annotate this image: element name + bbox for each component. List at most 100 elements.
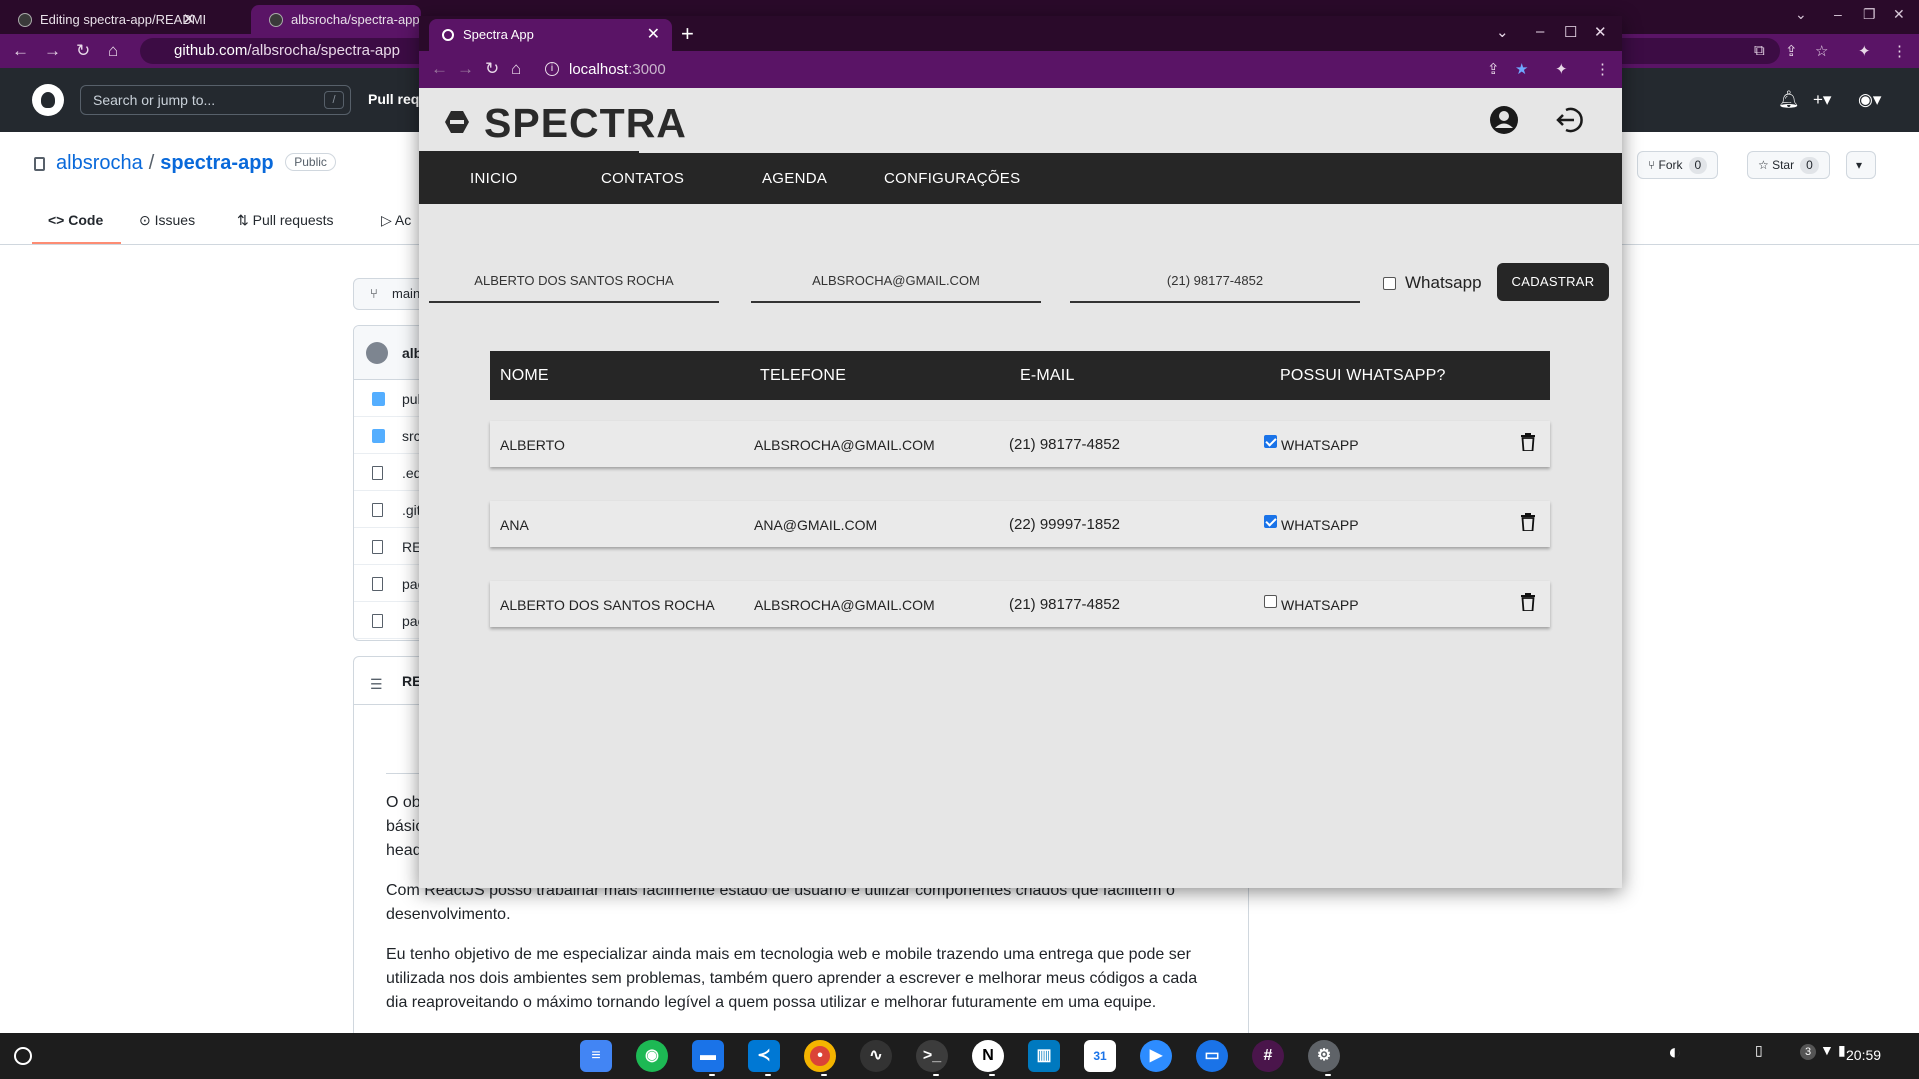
wifi-icon[interactable]: ▼ <box>1820 1042 1834 1058</box>
terminal-icon[interactable]: >_ <box>916 1040 948 1072</box>
code-icon: <> <box>48 212 69 228</box>
phone-hub-icon[interactable]: ▯ <box>1755 1042 1763 1059</box>
trash-icon[interactable] <box>1521 513 1535 531</box>
spotify-icon[interactable]: ◉ <box>636 1040 668 1072</box>
notifications-icon[interactable]: 🔔︎ <box>1778 90 1800 110</box>
star-button[interactable]: ☆ Star 0 <box>1747 151 1830 179</box>
trash-icon[interactable] <box>1521 593 1535 611</box>
bookmark-star-icon[interactable]: ☆ <box>1815 42 1828 60</box>
zoom-icon[interactable]: ▶ <box>1140 1040 1172 1072</box>
trash-icon[interactable] <box>1521 433 1535 451</box>
notion-icon[interactable]: N <box>972 1040 1004 1072</box>
home-icon[interactable]: ⌂ <box>108 41 118 61</box>
background-tab-repo[interactable]: albsrocha/spectra-app: P <box>251 5 421 34</box>
new-tab-icon[interactable]: + <box>681 21 694 47</box>
close-tab-icon[interactable]: ✕ <box>647 19 660 51</box>
user-avatar-icon[interactable]: ◉▾ <box>1858 90 1881 110</box>
github-logo-icon[interactable] <box>32 84 64 116</box>
home-icon[interactable]: ⌂ <box>511 59 521 79</box>
restore-icon[interactable]: ❐ <box>1863 6 1876 23</box>
messages-icon[interactable]: ▭ <box>1196 1040 1228 1072</box>
list-icon[interactable]: ☰ <box>370 676 383 693</box>
tab-spectra-app[interactable]: Spectra App ✕ <box>429 19 672 51</box>
file-name[interactable]: .git <box>402 502 421 518</box>
share-icon[interactable]: ⇪ <box>1487 60 1500 78</box>
translate-icon[interactable]: ⧉ <box>1754 42 1765 59</box>
extensions-icon[interactable]: ✦ <box>1555 60 1568 78</box>
email-input[interactable]: ALBSROCHA@GMAIL.COM <box>751 264 1041 303</box>
whatsapp-row-checkbox[interactable] <box>1264 435 1277 448</box>
notification-count-badge[interactable]: 3 <box>1800 1044 1816 1060</box>
stocks-icon[interactable]: ∿ <box>860 1040 892 1072</box>
close-tab-icon[interactable]: ✕ <box>182 5 195 34</box>
search-placeholder: Search or jump to... <box>93 92 216 108</box>
clock[interactable]: 20:59 <box>1846 1047 1881 1063</box>
folder-icon <box>372 429 385 443</box>
toolbar: ← → ↻ ⌂ i localhost:3000 ⇪ ★ ✦ ⋮ <box>419 51 1622 88</box>
tab-search-icon[interactable]: ⌄ <box>1795 6 1807 23</box>
user-avatar-icon[interactable]: ◐ <box>1668 1039 1681 1065</box>
back-icon[interactable]: ← <box>12 41 29 61</box>
close-window-icon[interactable]: ✕ <box>1893 6 1905 23</box>
fork-button[interactable]: ⑂ Fork 0 <box>1637 151 1719 179</box>
running-indicator <box>709 1074 715 1076</box>
address-bar[interactable]: i localhost:3000 <box>537 56 1537 83</box>
site-info-icon[interactable]: i <box>545 62 559 76</box>
back-icon[interactable]: ← <box>431 59 448 79</box>
slack-icon[interactable]: # <box>1252 1040 1284 1072</box>
vscode-icon[interactable]: ≺ <box>748 1040 780 1072</box>
background-tab-readme[interactable]: Editing spectra-app/README.md ✕ <box>0 5 205 34</box>
nav-link-contatos[interactable]: CONTATOS <box>601 170 684 187</box>
docs-icon[interactable]: ≡ <box>580 1040 612 1072</box>
nav-link-agenda[interactable]: AGENDA <box>762 170 827 187</box>
column-header-nome: NOME <box>500 367 549 384</box>
star-dropdown-button[interactable]: ▾ <box>1846 151 1876 179</box>
maximize-icon[interactable]: ☐ <box>1564 23 1577 41</box>
bookmark-star-icon[interactable]: ★ <box>1515 60 1528 78</box>
nav-link-inicio[interactable]: INICIO <box>470 170 518 187</box>
minimize-icon[interactable]: – <box>1536 23 1544 40</box>
extensions-icon[interactable]: ✦ <box>1858 42 1871 60</box>
menu-icon[interactable]: ⋮ <box>1892 42 1907 60</box>
minimize-icon[interactable]: – <box>1834 6 1842 22</box>
user-profile-icon[interactable] <box>1489 105 1519 135</box>
calendar-icon[interactable]: 31 <box>1084 1040 1116 1072</box>
battery-icon[interactable]: ▮ <box>1838 1042 1846 1059</box>
active-tab-underline <box>32 242 121 244</box>
tab-code[interactable]: <> Code <box>48 212 103 228</box>
tab-actions[interactable]: ▷ Ac <box>381 212 411 229</box>
trello-icon[interactable]: ▥ <box>1028 1040 1060 1072</box>
logout-icon[interactable] <box>1555 105 1585 135</box>
forward-icon[interactable]: → <box>44 41 61 61</box>
forward-icon[interactable]: → <box>457 59 474 79</box>
cadastrar-button[interactable]: CADASTRAR <box>1497 263 1609 301</box>
whatsapp-row-checkbox[interactable] <box>1264 595 1277 608</box>
nav-link-configuracoes[interactable]: CONFIGURAÇÕES <box>884 170 1020 187</box>
menu-icon[interactable]: ⋮ <box>1595 60 1610 78</box>
close-window-icon[interactable]: ✕ <box>1594 23 1607 41</box>
tab-pull-requests[interactable]: ⇅ Pull requests <box>237 212 334 229</box>
github-pull-requests-link[interactable]: Pull req <box>368 91 419 107</box>
running-indicator <box>933 1074 939 1076</box>
reload-icon[interactable]: ↻ <box>76 41 90 61</box>
github-search-input[interactable]: Search or jump to... / <box>80 85 351 115</box>
phone-input[interactable]: (21) 98177-4852 <box>1070 264 1360 303</box>
name-input[interactable]: ALBERTO DOS SANTOS ROCHA <box>429 264 719 303</box>
running-indicator <box>821 1074 827 1076</box>
files-icon[interactable]: ▬ <box>692 1040 724 1072</box>
tab-search-icon[interactable]: ⌄ <box>1496 23 1509 41</box>
chrome-icon[interactable]: • <box>804 1040 836 1072</box>
repo-name-link[interactable]: spectra-app <box>160 152 273 174</box>
issues-icon: ⊙ <box>139 212 155 228</box>
launcher-icon[interactable] <box>14 1047 32 1065</box>
file-name[interactable]: pul <box>402 391 421 407</box>
tab-issues[interactable]: ⊙ Issues <box>139 212 195 229</box>
share-icon[interactable]: ⇪ <box>1785 42 1798 60</box>
create-new-icon[interactable]: +▾ <box>1813 90 1831 110</box>
repo-owner-link[interactable]: albsrocha <box>56 152 143 174</box>
whatsapp-checkbox[interactable] <box>1383 277 1396 290</box>
whatsapp-row-checkbox[interactable] <box>1264 515 1277 528</box>
file-name[interactable]: src <box>402 428 421 444</box>
reload-icon[interactable]: ↻ <box>485 59 499 79</box>
settings-icon[interactable]: ⚙ <box>1308 1040 1340 1072</box>
